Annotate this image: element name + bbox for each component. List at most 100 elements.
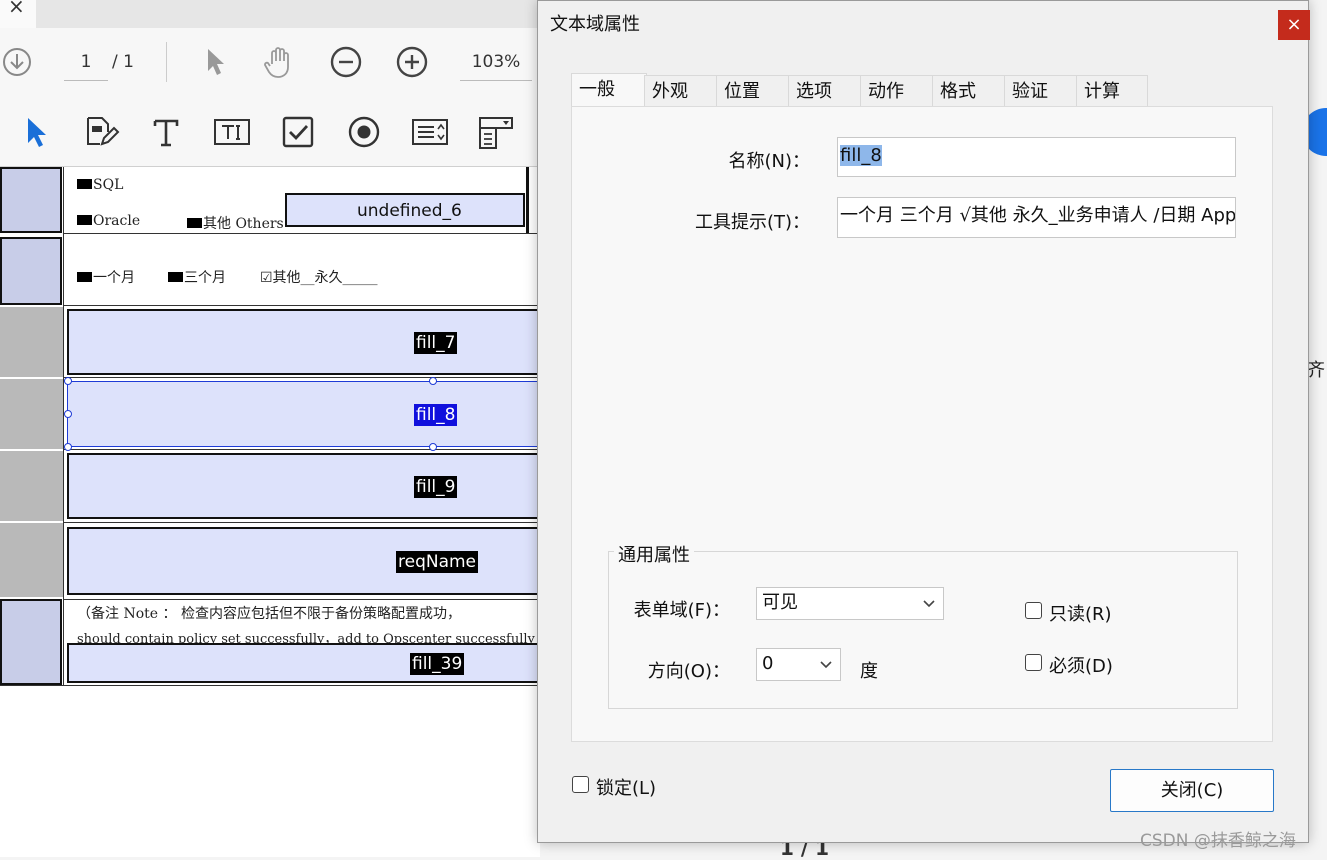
filled-checkbox-icon <box>77 179 92 189</box>
row-divider <box>64 233 540 234</box>
chevron-down-icon <box>923 600 935 608</box>
select-arrow-icon[interactable] <box>198 44 232 80</box>
orientation-value: 0 <box>762 653 774 674</box>
tab-appearance[interactable]: 外观 <box>644 75 717 106</box>
tab-format[interactable]: 格式 <box>932 75 1005 106</box>
option-three-months: 三个月 <box>168 267 226 287</box>
locked-checkbox[interactable] <box>572 776 589 793</box>
option-sql-label: SQL <box>93 177 124 193</box>
tab-actions[interactable]: 动作 <box>860 75 933 106</box>
common-properties-group <box>608 551 1238 709</box>
checkbox-tool-icon[interactable] <box>278 111 318 153</box>
text-tool-icon[interactable] <box>146 110 186 154</box>
resize-handle[interactable] <box>64 377 72 385</box>
required-checkbox[interactable] <box>1025 654 1042 671</box>
name-input-value: fill_8 <box>840 145 882 166</box>
form-field-fill-8-selected[interactable] <box>67 381 540 447</box>
required-label: 必须(D) <box>1049 656 1113 677</box>
dialog-title: 文本域属性 <box>550 14 640 35</box>
tooltip-input[interactable]: 一个月 三个月 √其他 永久_业务申请人 /日期 Appl <box>837 197 1236 238</box>
orientation-select[interactable]: 0 <box>756 648 841 681</box>
row-header-cell <box>0 379 64 449</box>
common-properties-title: 通用属性 <box>614 541 694 567</box>
form-field-visibility-label: 表单域(F)： <box>633 600 730 621</box>
dialog-close-button[interactable]: × <box>1278 10 1310 40</box>
tab-close-icon[interactable]: × <box>8 0 25 18</box>
row-header-cell <box>0 451 64 521</box>
row-divider <box>64 522 540 523</box>
document-page: SQL Oracle 其他 Others undefined_6 一个月 三个月… <box>0 167 540 857</box>
row-divider <box>64 377 540 378</box>
note-text-line1: （备注 Note ： 检查内容应包括但不限于备份策略配置成功， <box>77 606 461 622</box>
option-oracle: Oracle <box>77 213 140 229</box>
readonly-label: 只读(R) <box>1049 604 1112 625</box>
radio-button-tool-icon[interactable] <box>344 111 384 153</box>
option-three-months-label: 三个月 <box>184 270 226 286</box>
form-field-fill-39[interactable] <box>67 643 540 683</box>
row-header-cell <box>0 599 62 685</box>
readonly-checkbox[interactable] <box>1025 602 1042 619</box>
zoom-out-icon[interactable] <box>327 43 365 81</box>
resize-handle[interactable] <box>64 410 72 418</box>
field-name-reqname: reqName <box>396 551 479 573</box>
resize-handle[interactable] <box>429 443 437 451</box>
field-name-undefined-6: undefined_6 <box>357 201 462 221</box>
tab-calculate[interactable]: 计算 <box>1076 75 1148 106</box>
name-label: 名称(N)： <box>728 151 810 172</box>
field-name-fill-9: fill_9 <box>414 476 458 498</box>
list-box-tool-icon[interactable] <box>408 112 452 152</box>
zoom-in-icon[interactable] <box>393 43 431 81</box>
tab-validate[interactable]: 验证 <box>1004 75 1077 106</box>
tab-options[interactable]: 选项 <box>788 75 861 106</box>
locked-label: 锁定(L) <box>596 778 657 799</box>
form-field-visibility-select[interactable]: 可见 <box>756 587 944 620</box>
combo-box-tool-icon[interactable] <box>474 112 518 154</box>
filled-checkbox-icon <box>168 272 183 282</box>
right-panel-sliver: 齐 <box>1302 0 1327 857</box>
select-object-icon[interactable] <box>20 112 52 152</box>
option-one-month: 一个月 <box>77 267 135 287</box>
edit-form-icon[interactable] <box>78 110 122 154</box>
page-number-input[interactable]: 1 <box>64 44 108 81</box>
row-header-cell <box>0 523 64 597</box>
name-input[interactable]: fill_8 <box>837 137 1236 177</box>
resize-handle[interactable] <box>64 443 72 451</box>
form-field-fill-7[interactable] <box>67 309 540 375</box>
orientation-unit: 度 <box>860 661 878 682</box>
partial-glyph: 齐 <box>1307 360 1325 381</box>
option-other: 其他 Others <box>187 213 284 233</box>
download-icon[interactable] <box>0 44 34 80</box>
field-name-fill-8: fill_8 <box>414 404 458 426</box>
row-header-cell <box>0 167 62 233</box>
tab-position[interactable]: 位置 <box>716 75 789 106</box>
option-oracle-label: Oracle <box>93 213 141 229</box>
hand-tool-icon[interactable] <box>260 42 300 82</box>
text-field-properties-dialog: 文本域属性 × 一般 外观 位置 选项 动作 格式 验证 计算 名称(N)： f… <box>537 0 1310 843</box>
option-sql: SQL <box>77 177 123 193</box>
row-divider <box>0 685 540 686</box>
tab-general[interactable]: 一般 <box>571 73 647 107</box>
row-divider <box>64 305 540 306</box>
form-field-fill-9[interactable] <box>67 453 540 519</box>
field-name-fill-7: fill_7 <box>414 332 458 354</box>
document-tab[interactable]: × <box>0 0 36 28</box>
field-name-fill-39: fill_39 <box>410 653 465 675</box>
filled-checkbox-icon <box>77 272 92 282</box>
filled-checkbox-icon <box>187 218 202 228</box>
row-divider <box>64 449 540 450</box>
text-field-icon[interactable] <box>210 112 254 152</box>
filled-checkbox-icon <box>77 215 92 225</box>
option-other-permanent: ☑其他__永久_____ <box>260 270 378 286</box>
option-one-month-label: 一个月 <box>93 270 135 286</box>
row-header-cell <box>0 307 64 377</box>
zoom-level-input[interactable]: 103% <box>460 44 532 81</box>
page-total: / 1 <box>112 52 134 72</box>
chevron-down-icon <box>820 661 832 669</box>
tooltip-label: 工具提示(T)： <box>694 212 810 233</box>
orientation-label: 方向(O)： <box>647 661 730 682</box>
row-divider <box>64 599 540 600</box>
resize-handle[interactable] <box>429 377 437 385</box>
form-field-visibility-value: 可见 <box>762 592 798 613</box>
row-header-cell <box>0 237 62 305</box>
close-dialog-button[interactable]: 关闭(C) <box>1110 769 1274 812</box>
